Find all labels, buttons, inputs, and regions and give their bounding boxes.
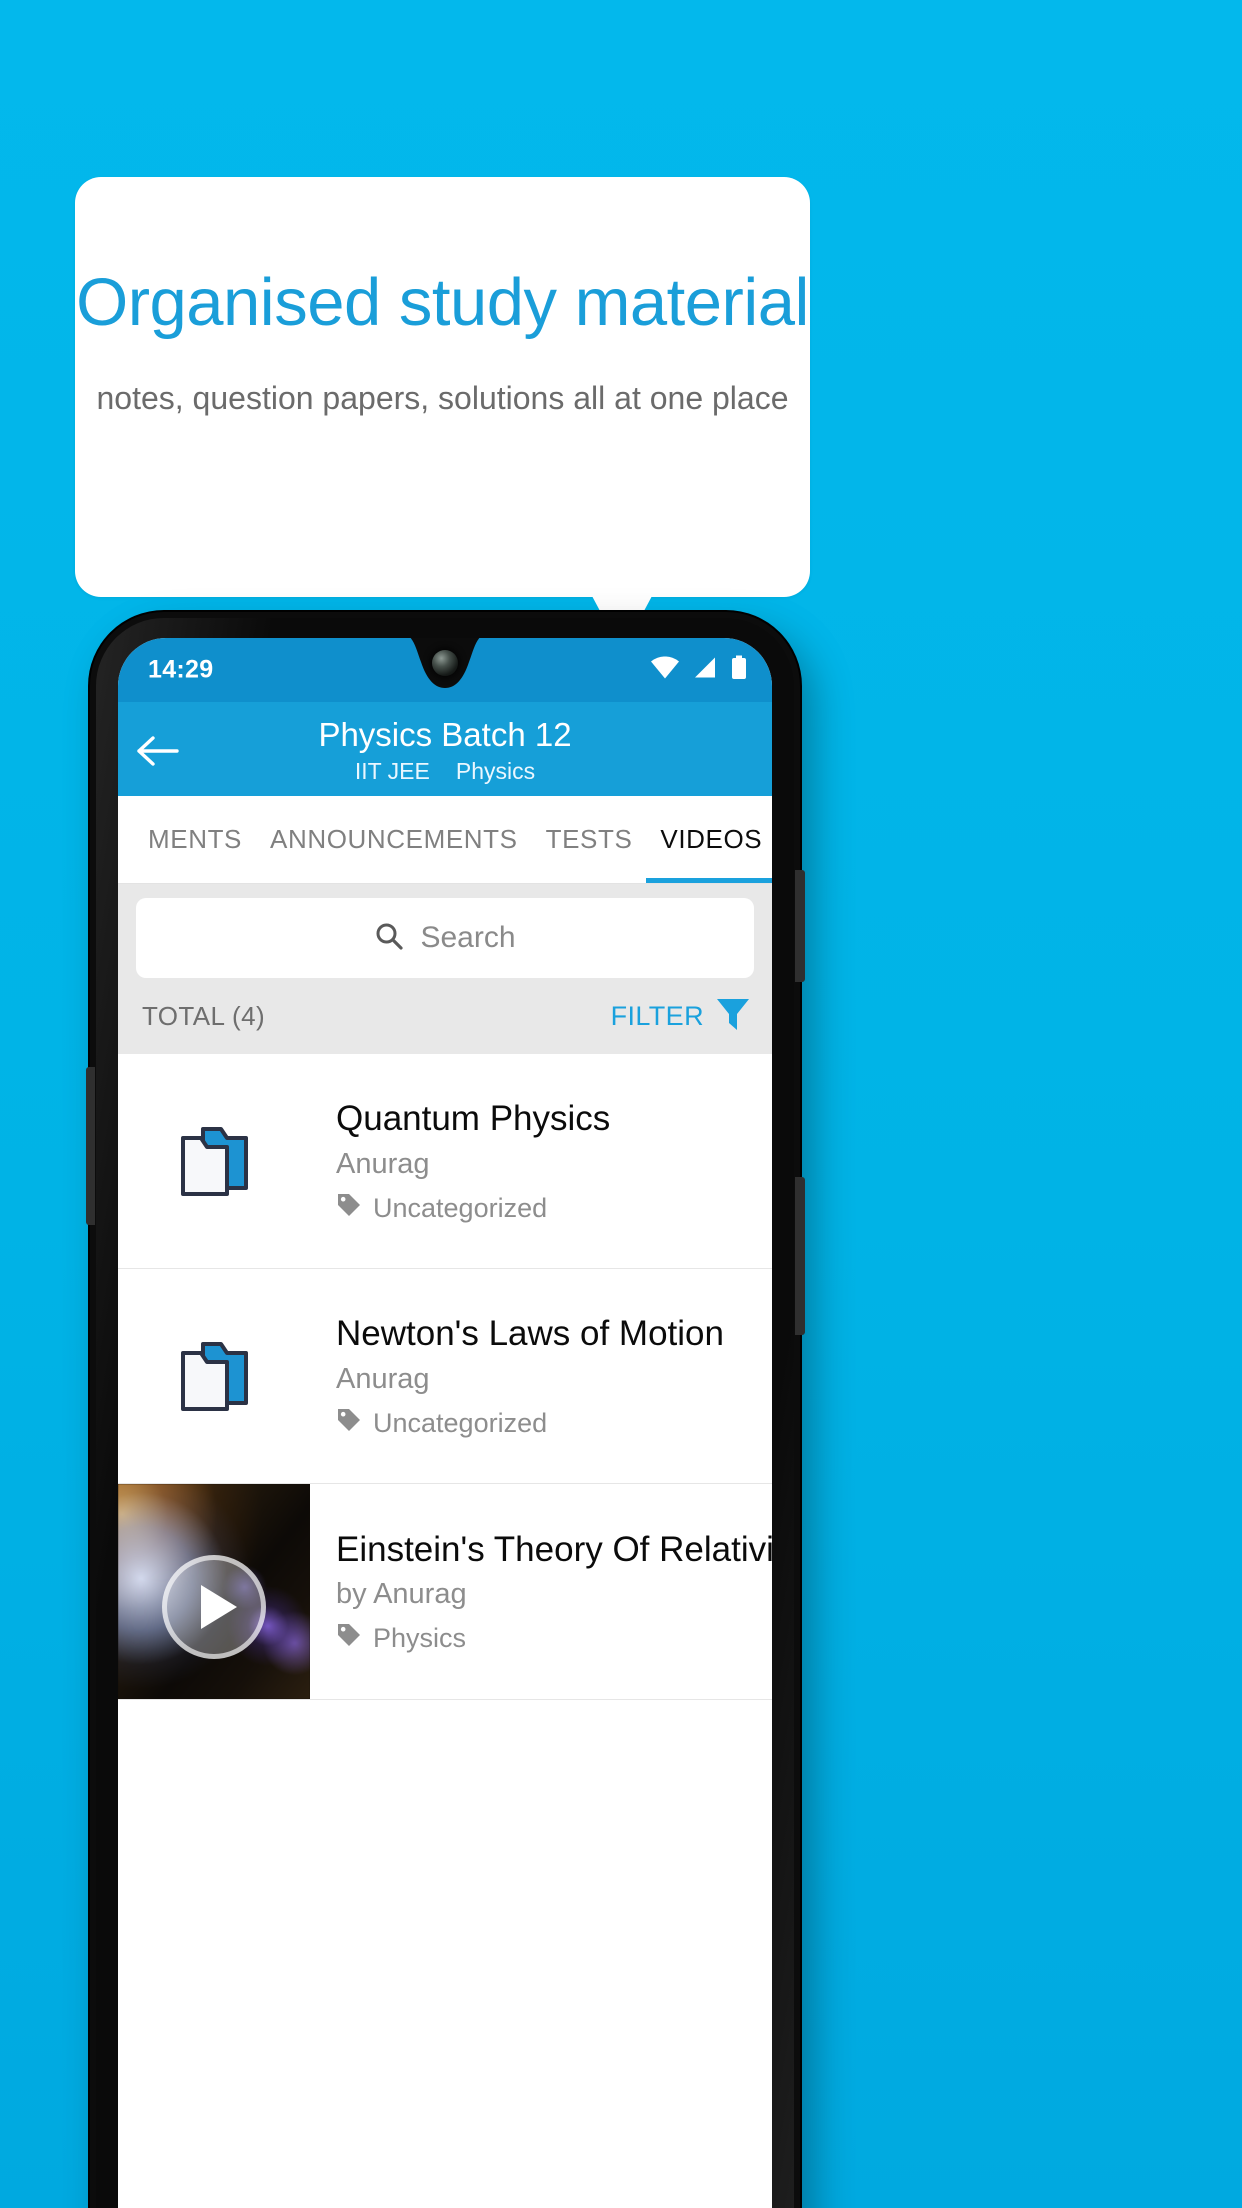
tag-icon xyxy=(336,1622,362,1655)
promo-title: Organised study material xyxy=(76,265,809,340)
wifi-icon xyxy=(651,656,679,684)
list-item-title: Quantum Physics xyxy=(336,1099,611,1139)
list-item[interactable]: Newton's Laws of Motion Anurag Uncategor… xyxy=(118,1269,772,1484)
phone-power-button[interactable] xyxy=(795,1177,805,1335)
list-item-tag: Uncategorized xyxy=(336,1192,756,1225)
funnel-icon xyxy=(716,996,750,1037)
list-item-author: by Anurag xyxy=(336,1578,467,1611)
list-item-text: Quantum Physics Anurag Uncategorized xyxy=(310,1097,756,1225)
waterdrop-notch xyxy=(357,638,533,700)
folder-icon xyxy=(118,1122,310,1200)
phone-screen: 14:29 Physics Batch 12 IIT JEE Physics M… xyxy=(118,638,772,2208)
breadcrumb-exam: IIT JEE xyxy=(354,758,430,785)
play-icon[interactable] xyxy=(162,1554,266,1659)
status-bar: 14:29 xyxy=(118,638,772,702)
phone-volume-button[interactable] xyxy=(795,870,805,982)
search-placeholder: Search xyxy=(420,921,516,954)
search-section: Search TOTAL (4) FILTER xyxy=(118,884,772,1054)
tag-label: Physics xyxy=(373,1623,467,1654)
content-list: Quantum Physics Anurag Uncategorized New… xyxy=(118,1054,772,1700)
phone-mockup: 14:29 Physics Batch 12 IIT JEE Physics M… xyxy=(86,612,805,2208)
promo-speech-bubble: Organised study material notes, question… xyxy=(75,177,810,597)
tag-icon xyxy=(336,1407,362,1440)
list-item[interactable]: Einstein's Theory Of Relativity by Anura… xyxy=(118,1484,772,1700)
list-item-title: Newton's Laws of Motion xyxy=(336,1314,724,1354)
list-item-text: Einstein's Theory Of Relativity by Anura… xyxy=(310,1528,772,1656)
list-item-tag: Uncategorized xyxy=(336,1407,756,1440)
video-thumbnail[interactable] xyxy=(118,1484,310,1699)
app-bar-titles: Physics Batch 12 IIT JEE Physics xyxy=(118,714,772,785)
status-icons xyxy=(651,655,747,685)
front-camera-icon xyxy=(432,650,458,676)
status-time: 14:29 xyxy=(148,655,214,684)
tab-assignments[interactable]: MENTS xyxy=(134,796,256,883)
tab-videos[interactable]: VIDEOS xyxy=(646,796,772,883)
filter-button[interactable]: FILTER xyxy=(611,996,750,1037)
total-count-label: TOTAL (4) xyxy=(142,1000,266,1031)
promo-subtitle: notes, question papers, solutions all at… xyxy=(96,380,789,416)
tag-label: Uncategorized xyxy=(373,1192,548,1223)
tab-tests[interactable]: TESTS xyxy=(532,796,647,883)
list-item-tag: Physics xyxy=(336,1622,756,1655)
app-bar: Physics Batch 12 IIT JEE Physics xyxy=(118,702,772,796)
filter-label: FILTER xyxy=(610,1000,704,1031)
list-item-author: Anurag xyxy=(336,1362,430,1395)
tag-icon xyxy=(336,1192,362,1225)
search-icon xyxy=(374,921,404,956)
tag-label: Uncategorized xyxy=(373,1407,548,1438)
meta-row: TOTAL (4) FILTER xyxy=(136,978,754,1054)
breadcrumb: IIT JEE Physics xyxy=(118,758,772,785)
folder-icon xyxy=(118,1337,310,1415)
page-title: Physics Batch 12 xyxy=(318,716,572,753)
search-input[interactable]: Search xyxy=(136,898,754,978)
list-item-author: Anurag xyxy=(336,1147,430,1180)
phone-left-side-button[interactable] xyxy=(86,1067,95,1225)
list-item[interactable]: Quantum Physics Anurag Uncategorized xyxy=(118,1054,772,1269)
signal-icon xyxy=(693,657,717,684)
tab-bar: MENTS ANNOUNCEMENTS TESTS VIDEOS xyxy=(118,796,772,884)
list-item-title: Einstein's Theory Of Relativity xyxy=(336,1529,772,1569)
list-item-text: Newton's Laws of Motion Anurag Uncategor… xyxy=(310,1312,756,1440)
breadcrumb-subject: Physics xyxy=(455,758,536,785)
battery-icon xyxy=(731,655,747,685)
tab-announcements[interactable]: ANNOUNCEMENTS xyxy=(256,796,532,883)
